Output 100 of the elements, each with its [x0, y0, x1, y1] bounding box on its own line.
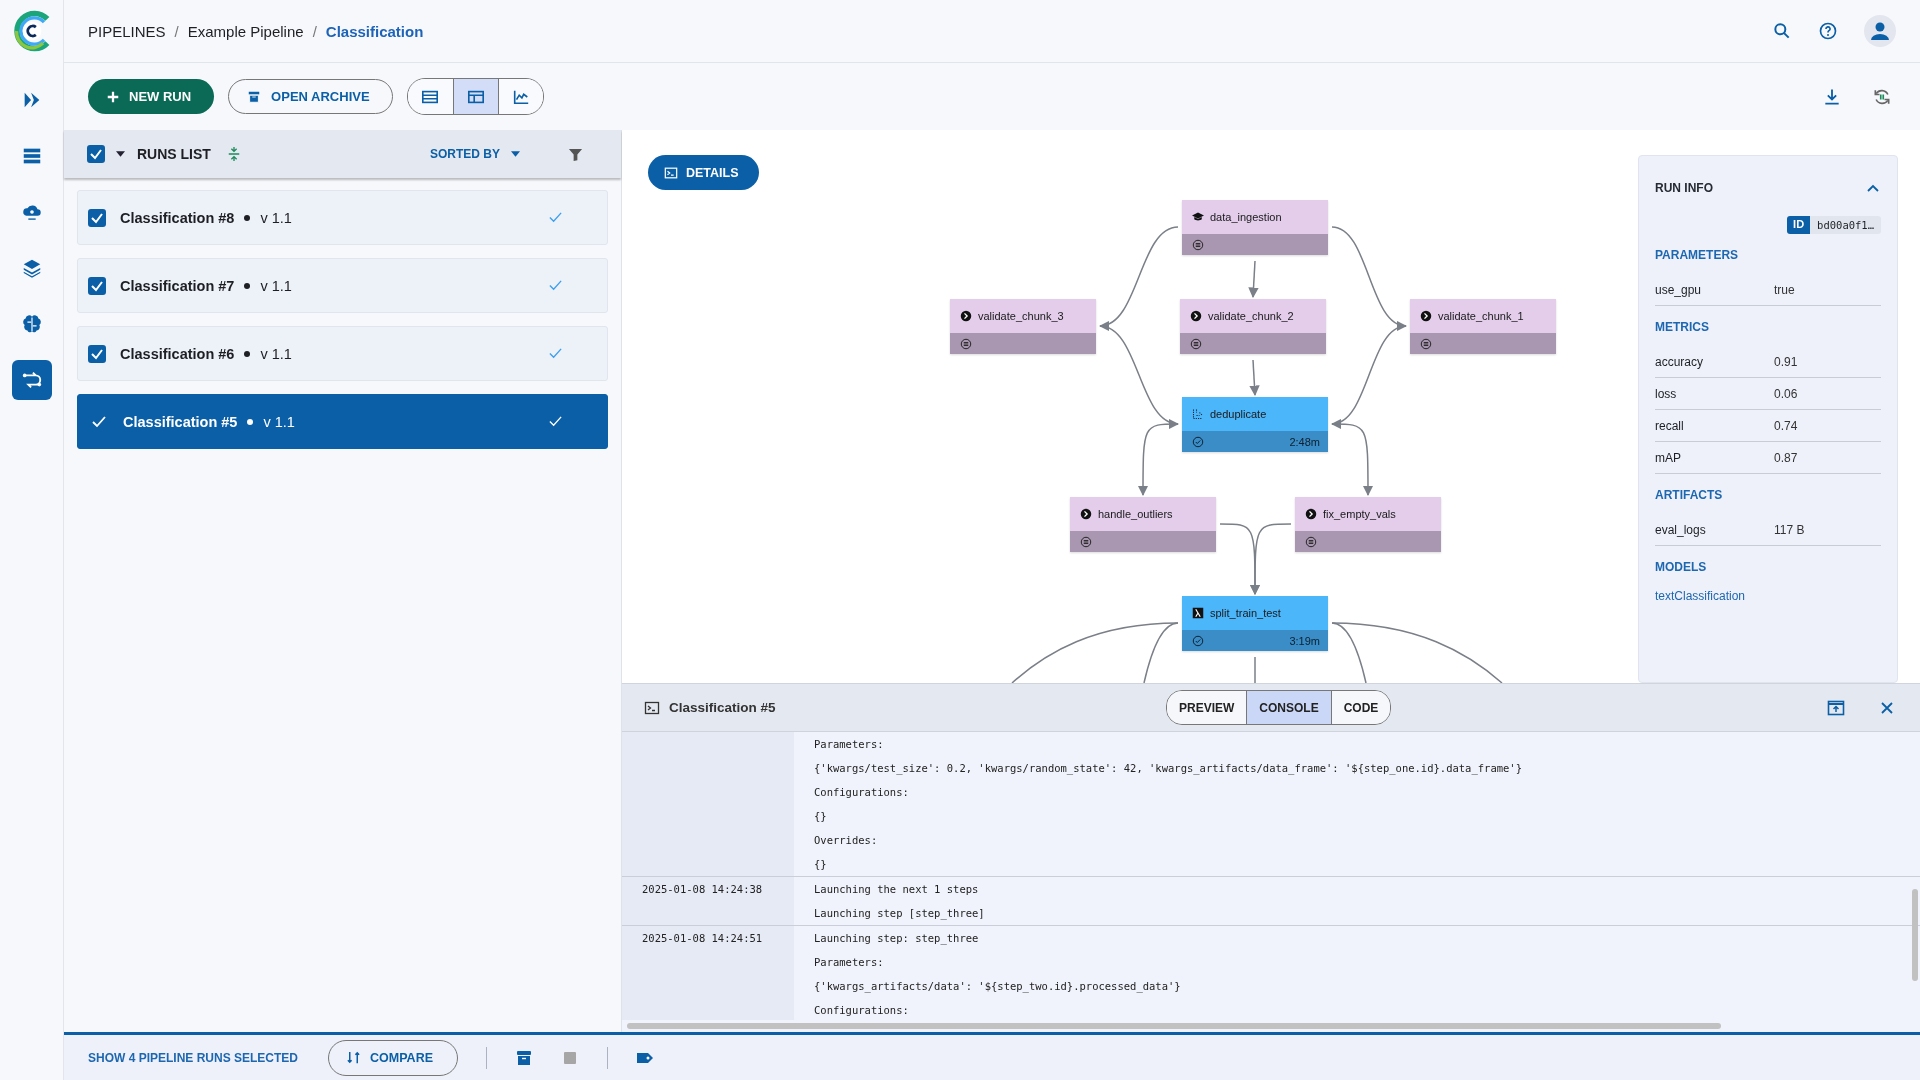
step-duration: 2:48m: [1289, 435, 1320, 448]
pipeline-step-node[interactable]: deduplicate 2:48m: [1182, 397, 1328, 452]
vertical-scrollbar[interactable]: [1912, 889, 1918, 981]
run-id: bd00a0f1…: [1810, 216, 1881, 234]
section-heading: ARTIFACTS: [1655, 488, 1724, 502]
model-link[interactable]: textClassification: [1655, 589, 1746, 603]
console-title: Classification #5: [669, 700, 776, 715]
log-line: Configurations:: [814, 1003, 910, 1018]
maximize-icon[interactable]: [1827, 698, 1845, 717]
step-label: split_train_test: [1210, 607, 1281, 619]
details-button[interactable]: DETAILS: [648, 155, 759, 190]
queued-icon: [1305, 535, 1317, 548]
archive-icon: [247, 89, 262, 104]
info-value: 0.74: [1774, 418, 1798, 433]
selected-runs-link[interactable]: SHOW 4 PIPELINE RUNS SELECTED: [88, 1050, 299, 1065]
step-label: handle_outliers: [1098, 508, 1173, 520]
info-key: use_gpu: [1655, 282, 1774, 297]
log-line: Overrides:: [814, 833, 879, 848]
terminal-icon: [664, 165, 678, 180]
connector-arrow: [1249, 359, 1260, 397]
queued-icon: [1190, 337, 1202, 350]
plus-icon: [106, 89, 120, 104]
view-toggle-button[interactable]: [497, 79, 543, 114]
horizontal-scrollbar[interactable]: [627, 1023, 1721, 1029]
check-circle-icon: [1192, 634, 1204, 647]
log-line: {'kwargs_artifacts/data': '${step_two.id}.processed_data'}: [814, 979, 1181, 995]
chevron-circle-icon: [1190, 310, 1202, 322]
pipeline-icon: [20, 369, 43, 391]
search-icon[interactable]: [1772, 21, 1792, 41]
swap-arrows-icon: [346, 1050, 362, 1065]
section-heading: MODELS: [1655, 560, 1708, 574]
run-name: Classification #7: [120, 277, 235, 294]
chevron-circle-icon: [1305, 508, 1317, 520]
run-version: v 1.1: [263, 413, 295, 430]
breadcrumb-link[interactable]: PIPELINES: [88, 22, 166, 40]
info-key: mAP: [1655, 450, 1774, 465]
info-key: eval_logs: [1655, 522, 1774, 537]
help-icon[interactable]: [1818, 21, 1838, 41]
queued-icon: [1080, 535, 1092, 548]
log-line: Parameters:: [814, 955, 885, 970]
sort-dropdown[interactable]: SORTED BY: [430, 147, 500, 161]
filter-icon[interactable]: [568, 146, 583, 162]
breadcrumb-link[interactable]: Example Pipeline: [187, 22, 304, 40]
chevron-circle-icon: [1420, 310, 1432, 322]
separator-dot: [244, 214, 251, 221]
check-circle-icon: [1192, 435, 1204, 448]
select-all-checkbox[interactable]: [87, 145, 105, 163]
archive-icon[interactable]: [515, 1048, 533, 1067]
runs-list-title: RUNS LIST: [137, 146, 211, 162]
step-label: deduplicate: [1210, 408, 1267, 420]
separator-dot: [247, 418, 254, 425]
pipeline-step-node[interactable]: handle_outliers: [1070, 497, 1216, 552]
lambda-icon: [1192, 607, 1204, 619]
step-label: validate_chunk_3: [978, 310, 1064, 322]
id-label: ID: [1787, 216, 1811, 234]
pipeline-step-node[interactable]: validate_chunk_1: [1410, 299, 1556, 354]
console-tab[interactable]: PREVIEW: [1167, 691, 1247, 724]
run-list-item[interactable]: Classification #7 v 1.1: [77, 258, 608, 313]
breadcrumb-link[interactable]: Classification: [325, 22, 424, 40]
pipeline-step-node[interactable]: validate_chunk_2: [1180, 299, 1326, 354]
run-name: Classification #8: [120, 209, 235, 226]
chevron-circle-icon: [960, 310, 972, 322]
log-timestamp: 2025-01-08 14:24:51: [622, 926, 794, 1020]
graduation-cap-icon: [1192, 211, 1204, 223]
pipeline-step-node[interactable]: validate_chunk_3: [950, 299, 1096, 354]
log-timestamp: 2025-01-08 14:24:38: [622, 877, 794, 925]
console-tab[interactable]: CONSOLE: [1246, 691, 1331, 724]
log-line: {'kwargs/test_size': 0.2, 'kwargs/random_state': 42, 'kwargs_artifacts/data_frame': '${step_one.id}.data_frame'}: [814, 761, 1522, 777]
pipeline-step-node[interactable]: split_train_test 3:19m: [1182, 596, 1328, 651]
log-line: {}: [814, 857, 828, 872]
caret-icon[interactable]: [116, 151, 125, 157]
run-checkbox[interactable]: [88, 344, 106, 363]
density-icon[interactable]: [226, 146, 241, 162]
console-tab[interactable]: CODE: [1330, 691, 1391, 724]
terminal-icon: [644, 699, 660, 716]
info-value: 0.06: [1774, 386, 1798, 401]
chevron-circle-icon: [1080, 508, 1092, 520]
info-value: 0.87: [1774, 450, 1798, 465]
run-list-item[interactable]: Classification #5 v 1.1: [77, 394, 608, 449]
separator-dot: [244, 350, 251, 357]
log-line: {}: [814, 809, 828, 824]
chevron-icon[interactable]: [1867, 184, 1879, 192]
user-avatar[interactable]: [1864, 15, 1896, 47]
new-run-button[interactable]: NEW RUN: [88, 79, 215, 114]
run-checkbox[interactable]: [88, 276, 106, 295]
section-heading: METRICS: [1655, 320, 1710, 334]
step-label: validate_chunk_2: [1208, 310, 1294, 322]
run-list-item[interactable]: Classification #8 v 1.1: [77, 190, 608, 245]
connector-arrow: [1248, 260, 1259, 299]
run-info-title: RUN INFO: [1655, 181, 1713, 195]
run-list-item[interactable]: Classification #6 v 1.1: [77, 326, 608, 381]
view-toggle-button[interactable]: [452, 79, 498, 114]
sidebar-nav-item[interactable]: [11, 360, 52, 400]
pipeline-step-node[interactable]: data_ingestion: [1182, 200, 1328, 255]
run-version: v 1.1: [260, 277, 292, 294]
info-value: 0.91: [1774, 354, 1798, 369]
pipeline-step-node[interactable]: fix_empty_vals: [1295, 497, 1441, 552]
dotted-grid-icon: [1192, 408, 1204, 420]
log-line: Launching step: step_three: [814, 931, 980, 947]
run-checkbox[interactable]: [88, 208, 106, 227]
